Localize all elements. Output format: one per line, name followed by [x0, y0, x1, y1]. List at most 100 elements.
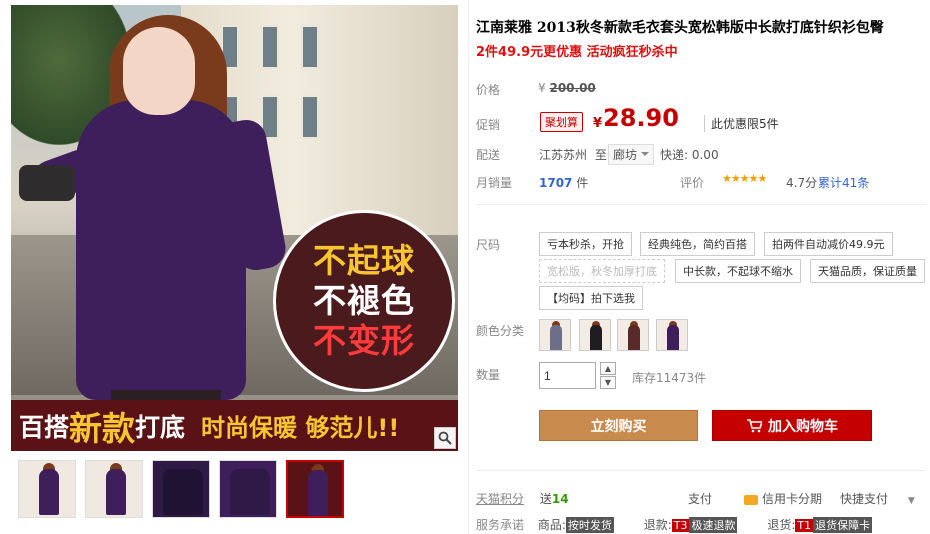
- quick-pay-label: 快捷支付: [840, 492, 889, 506]
- promo-line-2: 不褪色: [313, 281, 415, 320]
- size-label: 尺码: [476, 238, 501, 252]
- banner-text-4: 时尚保暖 够范儿!!: [201, 414, 400, 442]
- goods-label: 商品:: [537, 518, 566, 532]
- fast-refund-badge[interactable]: 极速退款: [689, 517, 738, 533]
- color-swatch[interactable]: [579, 319, 611, 351]
- thumbnail[interactable]: [219, 460, 277, 518]
- stock-count: 库存11473件: [632, 371, 707, 385]
- section-divider: [476, 470, 926, 471]
- color-swatch[interactable]: [539, 319, 571, 351]
- promo-circle: 不起球 不褪色 不变形: [273, 210, 455, 392]
- rating-stars-icon: ★★★★★: [722, 172, 767, 185]
- sales-label: 月销量: [476, 176, 513, 190]
- thumbnail[interactable]: [85, 460, 143, 518]
- thumbnail[interactable]: [152, 460, 210, 518]
- price-limit-note: 此优惠限5件: [704, 115, 779, 132]
- promo-label: 促销: [476, 118, 501, 132]
- size-option[interactable]: 天猫品质，保证质量: [810, 259, 925, 283]
- sales-count: 1707: [539, 176, 573, 190]
- banner-text-2: 新款: [69, 408, 136, 448]
- color-swatch[interactable]: [656, 319, 688, 351]
- chevron-down-icon: ▼: [907, 496, 915, 506]
- original-price: ¥ 200.00: [538, 81, 596, 95]
- building-window: [261, 25, 279, 69]
- thumbnail-strip: [18, 460, 344, 518]
- swatch-model: [550, 325, 562, 350]
- section-divider: [476, 204, 926, 205]
- return-code-badge: T1: [795, 519, 814, 532]
- size-option[interactable]: 经典纯色，简约百搭: [640, 232, 755, 256]
- color-swatch[interactable]: [617, 319, 649, 351]
- current-price: 28.90: [603, 104, 679, 132]
- size-option[interactable]: 拍两件自动减价49.9元: [764, 232, 893, 256]
- model-face: [123, 27, 195, 115]
- promo-line-1: 不起球: [313, 241, 415, 280]
- credit-card-icon: [744, 494, 758, 505]
- rating-score: 4.7分: [786, 176, 818, 190]
- main-product-image[interactable]: 不起球 不褪色 不变形 百搭 新款 打底 时尚保暖 够范儿!!: [11, 5, 458, 451]
- cart-icon: [747, 418, 762, 432]
- price-label: 价格: [476, 83, 501, 97]
- service-row: 服务承诺 商品: 按时发货 退款: T3 极速退款 退货: T1 退货保障卡: [476, 516, 873, 533]
- quantity-decrease-icon[interactable]: ▼: [600, 376, 616, 389]
- pay-label: 支付: [688, 492, 713, 506]
- model-sweater: [76, 100, 246, 400]
- points-label: 天猫积分: [476, 492, 525, 506]
- credit-label: 信用卡分期: [762, 492, 823, 506]
- color-label: 颜色分类: [476, 324, 525, 338]
- original-currency: ¥: [538, 81, 546, 95]
- thumbnail-active[interactable]: [286, 460, 344, 518]
- size-option[interactable]: 中长款，不起球不缩水: [675, 259, 801, 283]
- building-window: [301, 25, 319, 69]
- swatch-model: [590, 325, 602, 350]
- thumbnail-model: [230, 469, 270, 515]
- rating-label: 评价: [680, 176, 705, 190]
- thumbnail[interactable]: [18, 460, 76, 518]
- buy-now-button[interactable]: 立刻购买: [539, 410, 698, 441]
- points-prefix: 送: [539, 492, 552, 506]
- sales-unit: 件: [576, 176, 589, 190]
- promo-banner: 百搭 新款 打底 时尚保暖 够范儿!!: [11, 400, 458, 451]
- return-label: 退货:: [767, 518, 796, 532]
- thumbnail-model: [106, 469, 126, 515]
- banner-text-3: 打底: [135, 412, 186, 442]
- thumbnail-model: [39, 469, 59, 515]
- size-option-one-size[interactable]: 【均码】拍下选我: [539, 286, 643, 310]
- product-subtitle: 2件49.9元更优惠 活动疯狂秒杀中: [476, 45, 678, 60]
- ship-to-dropdown[interactable]: 廊坊: [608, 144, 655, 165]
- review-count-link[interactable]: 累计41条: [818, 174, 869, 191]
- price-currency: ¥: [593, 116, 603, 131]
- add-to-cart-button[interactable]: 加入购物车: [712, 410, 872, 441]
- column-divider: [468, 0, 469, 534]
- monthly-sales: 1707 件: [539, 174, 588, 191]
- swatch-model: [667, 325, 679, 350]
- building-window: [301, 95, 319, 139]
- banner-text-1: 百搭: [19, 412, 70, 442]
- thumbnail-model: [163, 469, 203, 515]
- shipping-fee: 快递: 0.00: [660, 148, 719, 162]
- ship-from-city: 江苏苏州: [539, 148, 588, 162]
- quick-pay-dropdown[interactable]: 快捷支付 ▼: [840, 490, 915, 507]
- return-guarantee-badge[interactable]: 退货保障卡: [813, 517, 873, 533]
- refund-label: 退款:: [643, 518, 672, 532]
- buy-now-label: 立刻购买: [590, 418, 647, 435]
- thumbnail-model: [308, 470, 328, 516]
- quantity-input[interactable]: [539, 362, 596, 389]
- points-value: 14: [551, 492, 569, 506]
- product-title: 江南莱雅 2013秋冬新款毛衣套头宽松韩版中长款打底针织衫包臀: [476, 20, 884, 36]
- credit-installment[interactable]: 信用卡分期: [744, 490, 822, 507]
- quantity-label: 数量: [476, 368, 501, 382]
- service-label: 服务承诺: [476, 518, 525, 532]
- shipping-label: 配送: [476, 148, 501, 162]
- size-option[interactable]: 亏本秒杀，开抢: [539, 232, 632, 256]
- ship-from: 江苏苏州 至: [539, 146, 607, 163]
- on-time-delivery-badge[interactable]: 按时发货: [565, 517, 614, 533]
- juhuasuan-tag: 聚划算: [540, 112, 583, 132]
- swatch-model: [628, 325, 640, 350]
- points-row: 天猫积分 送14: [476, 490, 569, 507]
- add-to-cart-label: 加入购物车: [768, 418, 838, 435]
- magnifier-icon[interactable]: [434, 427, 456, 449]
- size-option-disabled: 宽松版，秋冬加厚打底: [539, 259, 665, 283]
- ship-to-prefix: 至: [594, 148, 607, 162]
- quantity-increase-icon[interactable]: ▲: [600, 362, 616, 375]
